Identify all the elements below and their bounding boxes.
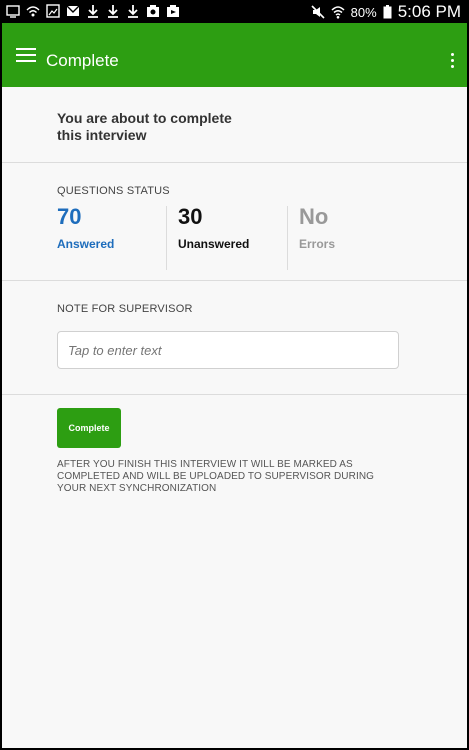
wifi-icon <box>331 6 345 19</box>
note-for-supervisor-input[interactable] <box>57 331 399 369</box>
questions-status-label: QUESTIONS STATUS <box>57 185 170 197</box>
clock: 5:06 PM <box>397 2 461 21</box>
download-icon <box>108 5 118 18</box>
overflow-menu-icon[interactable] <box>449 53 455 69</box>
notification-icons <box>6 4 180 18</box>
system-icons: 80% 5:06 PM <box>311 2 461 22</box>
completion-info-text: AFTER YOU FINISH THIS INTERVIEW IT WILL … <box>57 459 375 494</box>
status-bar: 80% 5:06 PM <box>0 0 469 23</box>
wifi-call-icon <box>26 6 40 17</box>
mute-icon <box>311 5 325 19</box>
image-icon <box>46 4 60 18</box>
battery-percent: 80% <box>350 4 377 20</box>
errors-caption: Errors <box>299 237 336 251</box>
questions-status-section: QUESTIONS STATUS 70 Answered 30 Unanswer… <box>2 164 467 281</box>
intro-section: You are about to complete this interview <box>2 87 467 163</box>
hamburger-menu-icon[interactable] <box>16 48 36 64</box>
app-bar: Complete <box>2 23 467 87</box>
cast-icon <box>6 5 20 18</box>
answered-caption: Answered <box>57 237 115 251</box>
photo-icon <box>147 5 159 17</box>
note-section: NOTE FOR SUPERVISOR <box>2 282 467 395</box>
note-label: NOTE FOR SUPERVISOR <box>57 303 193 315</box>
mail-icon <box>66 5 80 16</box>
stat-divider <box>287 206 288 270</box>
answered-count: 70 <box>57 204 82 229</box>
complete-button[interactable]: Complete <box>57 408 121 448</box>
unanswered-caption: Unanswered <box>178 237 250 251</box>
page-title: Complete <box>46 51 119 70</box>
unanswered-count: 30 <box>178 204 203 229</box>
errors-count: No <box>299 204 329 229</box>
video-icon <box>167 5 179 17</box>
device-frame: 80% 5:06 PM Complete You are about to co… <box>0 0 469 750</box>
download-icon <box>128 5 138 18</box>
stat-answered: 70 Answered <box>57 205 172 269</box>
stat-divider <box>166 206 167 270</box>
stat-errors: No Errors <box>299 205 414 269</box>
intro-text: You are about to complete this interview <box>57 110 232 143</box>
stat-unanswered: 30 Unanswered <box>178 205 293 269</box>
battery-icon <box>383 5 392 19</box>
download-icon <box>88 5 98 18</box>
app-screen: Complete You are about to complete this … <box>2 23 467 748</box>
